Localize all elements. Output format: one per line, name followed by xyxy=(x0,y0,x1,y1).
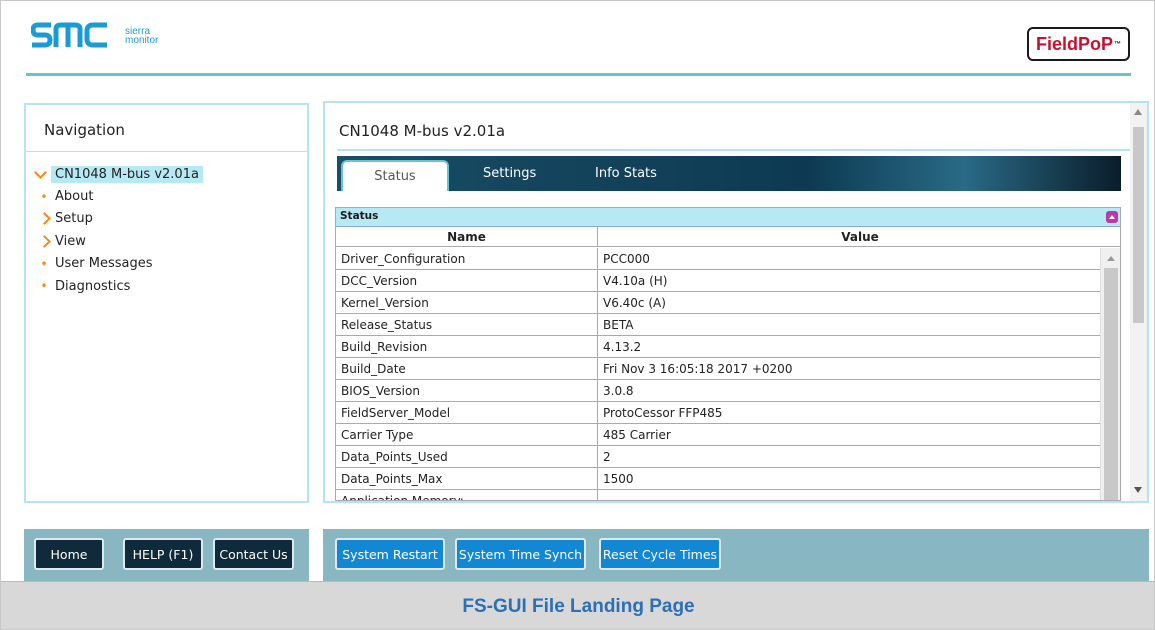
header-divider xyxy=(26,73,1131,76)
bullet-icon: • xyxy=(40,189,48,204)
cell-name: Build_Date xyxy=(336,358,598,379)
smc-logo-icon xyxy=(31,22,107,48)
page: sierra monitor FieldPoP ™ Navigation CN10… xyxy=(0,0,1155,630)
nav-item-root[interactable]: CN1048 M-bus v2.01a xyxy=(32,163,203,185)
tab-settings[interactable]: Settings xyxy=(483,156,536,191)
table-row: Release_Status BETA xyxy=(336,314,1102,336)
reset-cycle-times-button[interactable]: Reset Cycle Times xyxy=(599,538,721,570)
trademark: ™ xyxy=(1114,40,1121,48)
table-row: Build_Date Fri Nov 3 16:05:18 2017 +0200 xyxy=(336,358,1102,380)
figure-caption: FS-GUI File Landing Page xyxy=(462,596,695,617)
navigation-panel: Navigation CN1048 M-bus v2.01a • About S… xyxy=(24,103,309,503)
nav-item-view[interactable]: View xyxy=(32,230,203,252)
nav-item-about[interactable]: • About xyxy=(32,185,203,207)
cell-name: FieldServer_Model xyxy=(336,402,598,423)
tab-info-stats[interactable]: Info Stats xyxy=(595,156,657,191)
nav-item-label[interactable]: About xyxy=(55,189,93,204)
cell-name: DCC_Version xyxy=(336,270,598,291)
nav-item-user-messages[interactable]: • User Messages xyxy=(32,253,203,275)
cell-value: PCC000 xyxy=(603,251,650,266)
navigation-tree: CN1048 M-bus v2.01a • About Setup View •… xyxy=(32,163,203,297)
table-row: Application Memory: xyxy=(336,490,1102,500)
table-row: Data_Points_Max 1500 xyxy=(336,468,1102,490)
cell-value: ProtoCessor FFP485 xyxy=(603,405,723,420)
logo-sub-line-2: monitor xyxy=(125,35,159,46)
table-caption: Status xyxy=(340,210,379,222)
chevron-right-icon[interactable] xyxy=(36,212,52,226)
contact-us-button[interactable]: Contact Us xyxy=(213,538,294,570)
cell-value: 1500 xyxy=(603,471,634,486)
bullet-icon: • xyxy=(40,256,48,271)
scroll-down-icon[interactable] xyxy=(1134,487,1142,493)
table-body: Driver_Configuration PCC000 DCC_Version V4… xyxy=(336,248,1102,500)
footer-left-bar: Home HELP (F1) Contact Us xyxy=(24,529,309,581)
cell-name: Release_Status xyxy=(336,314,598,335)
tab-bar: Status Settings Info Stats xyxy=(337,156,1121,191)
cell-value: 4.13.2 xyxy=(603,339,642,354)
cell-value xyxy=(598,490,1102,500)
scroll-up-icon[interactable] xyxy=(1134,109,1142,115)
nav-item-diagnostics[interactable]: • Diagnostics xyxy=(32,275,203,297)
footer-right-bar: System Restart System Time Synch Reset C… xyxy=(323,529,1149,581)
chevron-down-icon[interactable] xyxy=(32,165,48,179)
table-row: Data_Points_Used 2 xyxy=(336,446,1102,468)
nav-item-label[interactable]: View xyxy=(55,234,86,249)
cell-value: 2 xyxy=(603,449,611,464)
scroll-up-icon[interactable] xyxy=(1107,256,1115,261)
table-row: DCC_Version V4.10a (H) xyxy=(336,270,1102,292)
header: sierra monitor FieldPoP ™ xyxy=(1,1,1154,81)
cell-name: Kernel_Version xyxy=(336,292,598,313)
nav-item-label[interactable]: Diagnostics xyxy=(55,279,130,294)
cell-value: BETA xyxy=(603,317,634,332)
nav-root-label[interactable]: CN1048 M-bus v2.01a xyxy=(51,165,203,183)
cell-name: Data_Points_Used xyxy=(336,446,598,467)
navigation-divider xyxy=(26,151,307,152)
cell-value: V4.10a (H) xyxy=(603,273,668,288)
cell-value: Fri Nov 3 16:05:18 2017 +0200 xyxy=(603,361,793,376)
cell-name: Driver_Configuration xyxy=(336,248,598,269)
status-table: Status Name Value Driver_Configuration PC… xyxy=(335,207,1121,501)
cell-name: Carrier Type xyxy=(336,424,598,445)
chevron-right-icon[interactable] xyxy=(36,234,52,248)
system-restart-button[interactable]: System Restart xyxy=(335,538,445,570)
navigation-title: Navigation xyxy=(44,121,125,139)
main-divider xyxy=(337,149,1131,151)
main-panel: CN1048 M-bus v2.01a Status Settings Info… xyxy=(323,101,1149,503)
smc-logo: sierra monitor xyxy=(31,21,158,49)
cell-name: Application Memory: xyxy=(336,490,598,500)
logo-subtitle: sierra monitor xyxy=(125,27,159,46)
table-row: BIOS_Version 3.0.8 xyxy=(336,380,1102,402)
cell-value: 3.0.8 xyxy=(603,383,634,398)
collapse-icon[interactable] xyxy=(1106,211,1118,223)
home-button[interactable]: Home xyxy=(34,538,104,570)
table-caption-bar: Status xyxy=(336,208,1120,227)
column-header-value: Value xyxy=(598,227,1120,247)
bullet-icon: • xyxy=(40,279,48,294)
tab-status[interactable]: Status xyxy=(341,160,449,191)
caption-bar: FS-GUI File Landing Page xyxy=(1,581,1154,629)
table-row: Kernel_Version V6.40c (A) xyxy=(336,292,1102,314)
table-row: Carrier Type 485 Carrier xyxy=(336,424,1102,446)
table-row: Build_Revision 4.13.2 xyxy=(336,336,1102,358)
cell-value: 485 Carrier xyxy=(603,427,671,442)
cell-value: V6.40c (A) xyxy=(603,295,666,310)
fieldpop-logo: FieldPoP ™ xyxy=(1027,27,1130,61)
help-button[interactable]: HELP (F1) xyxy=(123,538,203,570)
panel-scrollbar[interactable] xyxy=(1130,103,1147,501)
table-row: FieldServer_Model ProtoCessor FFP485 xyxy=(336,402,1102,424)
nav-item-label[interactable]: Setup xyxy=(55,211,93,226)
nav-item-setup[interactable]: Setup xyxy=(32,208,203,230)
cell-name: Build_Revision xyxy=(336,336,598,357)
table-row: Driver_Configuration PCC000 xyxy=(336,248,1102,270)
system-time-synch-button[interactable]: System Time Synch xyxy=(455,538,586,570)
fieldpop-text: FieldPoP xyxy=(1035,33,1113,54)
page-title: CN1048 M-bus v2.01a xyxy=(339,122,506,140)
cell-name: BIOS_Version xyxy=(336,380,598,401)
nav-item-label[interactable]: User Messages xyxy=(55,256,153,271)
scrollbar-thumb[interactable] xyxy=(1133,127,1144,323)
scrollbar-thumb[interactable] xyxy=(1104,268,1118,500)
column-header-name: Name xyxy=(336,227,598,247)
table-scrollbar[interactable] xyxy=(1100,248,1120,500)
cell-name: Data_Points_Max xyxy=(336,468,598,489)
